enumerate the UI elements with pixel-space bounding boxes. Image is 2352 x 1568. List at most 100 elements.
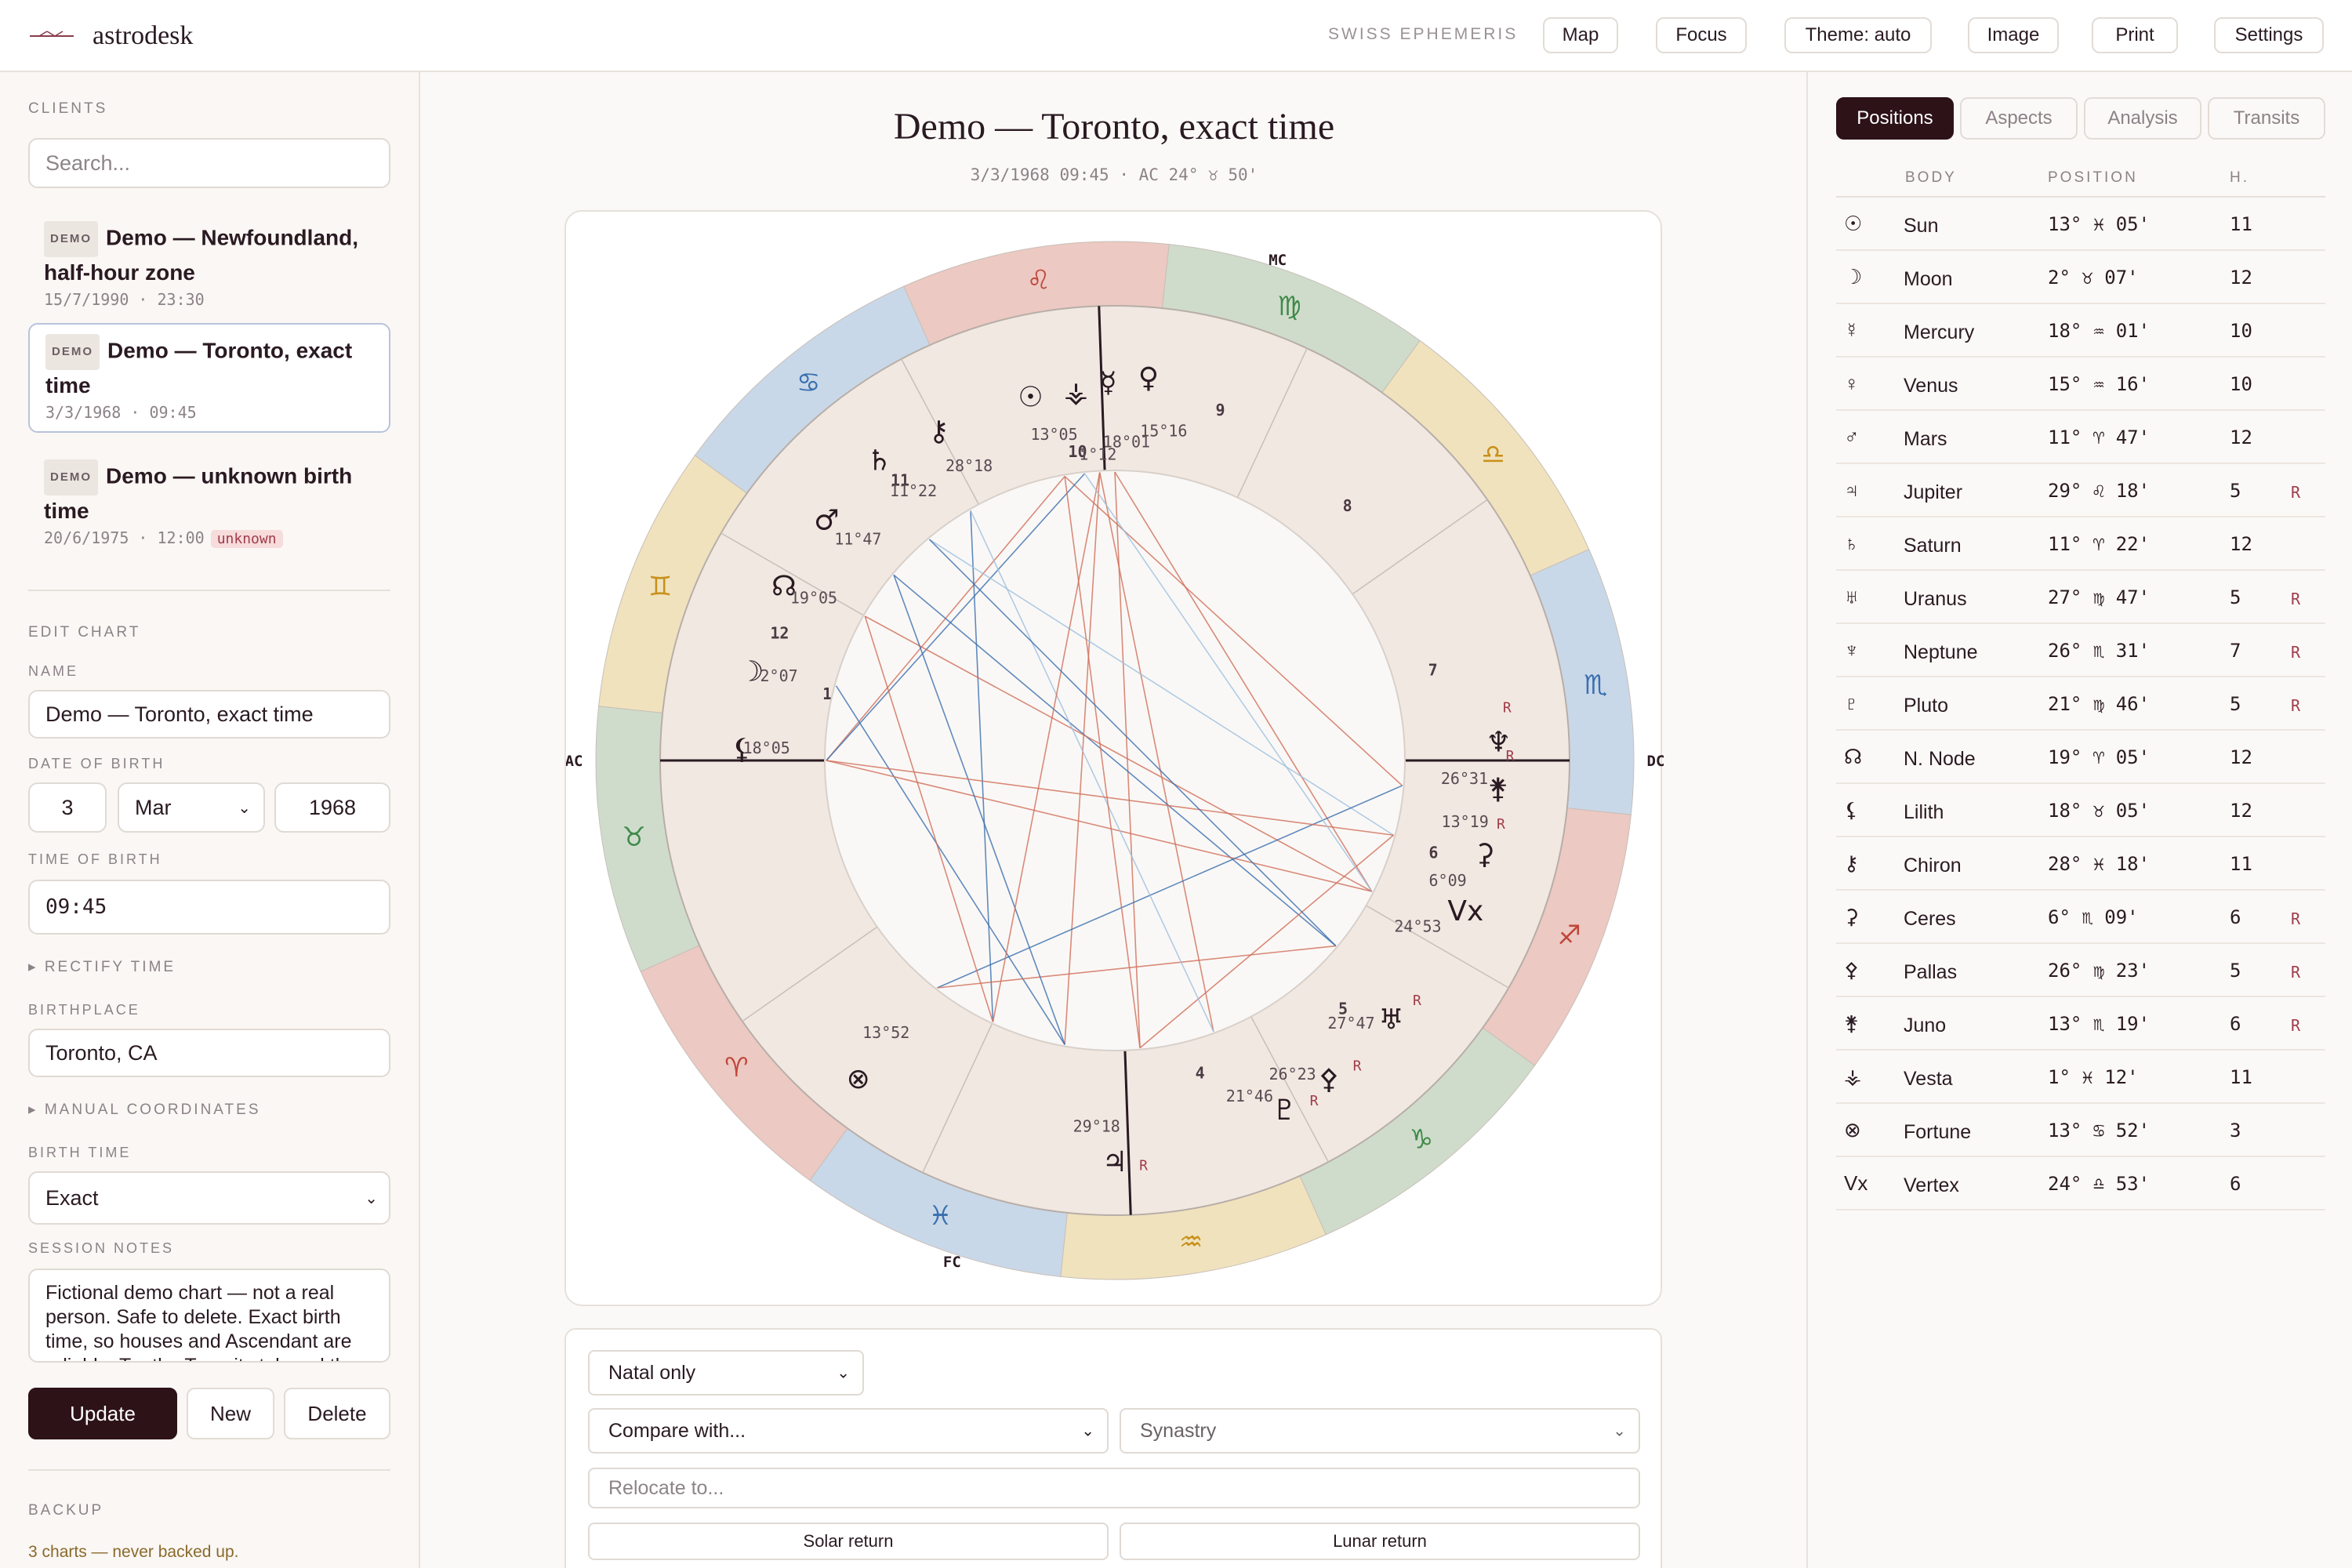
rectify-toggle[interactable]: ▸ RECTIFY TIME [28, 958, 176, 976]
print-button[interactable]: Print [2092, 17, 2178, 53]
client-item-selected[interactable]: DEMO Demo — Toronto, exact time 3/3/1968 … [28, 323, 390, 433]
table-row[interactable]: ⚵ Juno 13° ♏ 19' 6 R [1836, 997, 2325, 1051]
retrograde-marker: R [2291, 909, 2301, 928]
planet-degree: 19°05 [790, 588, 837, 607]
tab-aspects[interactable]: Aspects [1960, 97, 2078, 140]
body-glyph-icon: ⚵ [1844, 1011, 1860, 1035]
update-button[interactable]: Update [28, 1388, 177, 1439]
position-value: 26° ♍ 23' [2048, 960, 2151, 982]
delete-button[interactable]: Delete [284, 1388, 390, 1439]
mode-select[interactable]: Natal only ⌄ [588, 1350, 864, 1396]
body-glyph-icon: ☊ [1844, 745, 1863, 768]
table-row[interactable]: ♇ Pluto 21° ♍ 46' 5 R [1836, 677, 2325, 731]
time-input[interactable]: 09:45 [28, 880, 390, 935]
planet-glyph-icon: ♇ [1272, 1094, 1297, 1127]
table-row[interactable]: ☉ Sun 13° ♓ 05' 11 [1836, 198, 2325, 251]
planet-degree: 18°05 [743, 739, 790, 757]
backup-status: 3 charts — never backed up. [28, 1543, 239, 1561]
chevron-down-icon: ⌄ [1613, 1422, 1626, 1440]
table-row[interactable]: ♆ Neptune 26° ♏ 31' 7 R [1836, 624, 2325, 677]
body-glyph-icon: ♂ [1844, 425, 1860, 448]
retrograde-marker: R [2291, 643, 2301, 662]
body-glyph-icon: ♄ [1844, 532, 1860, 555]
month-select[interactable]: Mar ⌄ [118, 782, 265, 833]
table-row[interactable]: Vx Vertex 24° ♎ 53' 6 [1836, 1157, 2325, 1210]
table-row[interactable]: ☽ Moon 2° ♉ 07' 12 [1836, 251, 2325, 304]
search-input[interactable]: Search... [28, 138, 390, 188]
relocate-input[interactable]: Relocate to... [588, 1468, 1640, 1508]
angle-label: AC [566, 753, 583, 770]
lunar-return-button[interactable]: Lunar return [1120, 1523, 1640, 1560]
notes-textarea[interactable]: Fictional demo chart — not a real person… [28, 1269, 390, 1363]
solar-return-button[interactable]: Solar return [588, 1523, 1109, 1560]
planet-glyph-icon: ☿ [1099, 367, 1116, 399]
manual-coordinates-toggle[interactable]: ▸ MANUAL COORDINATES [28, 1101, 261, 1119]
house-value: 12 [2230, 800, 2252, 822]
theme-button[interactable]: Theme: auto [1784, 17, 1932, 53]
birthplace-input[interactable]: Toronto, CA [28, 1029, 390, 1077]
body-glyph-icon: Vx [1844, 1171, 1868, 1195]
image-button[interactable]: Image [1968, 17, 2059, 53]
settings-button[interactable]: Settings [2214, 17, 2324, 53]
table-row[interactable]: ⚴ Pallas 26° ♍ 23' 5 R [1836, 944, 2325, 997]
notes-label: SESSION NOTES [28, 1240, 175, 1256]
birth-time-select[interactable]: Exact ⌄ [28, 1171, 390, 1225]
planet-degree: 11°22 [890, 481, 937, 500]
compare-select[interactable]: Compare with... ⌄ [588, 1408, 1109, 1454]
name-label: NAME [28, 663, 79, 679]
table-row[interactable]: ♄ Saturn 11° ♈ 22' 12 [1836, 517, 2325, 571]
planet-degree: 13°19 [1442, 812, 1489, 831]
body-name: Neptune [1904, 641, 1978, 663]
demo-badge: DEMO [44, 459, 98, 495]
table-row[interactable]: ⚳ Ceres 6° ♏ 09' 6 R [1836, 891, 2325, 944]
col-house: H. [2230, 169, 2249, 186]
zodiac-sign-icon: ♊ [648, 571, 672, 602]
focus-button[interactable]: Focus [1656, 17, 1747, 53]
mode-value: Natal only [608, 1361, 696, 1384]
tob-label: TIME OF BIRTH [28, 851, 162, 867]
chart-wheel[interactable]: ♉♊♋♌♍♎♏♐♑♒♓♈123456789101112ACDCMCFC☉13°0… [565, 212, 1664, 1308]
table-row[interactable]: ⊗ Fortune 13° ♋ 52' 3 [1836, 1104, 2325, 1157]
year-input[interactable]: 1968 [274, 782, 390, 833]
body-glyph-icon: ♇ [1844, 691, 1860, 715]
app-logo[interactable]: astrodesk [28, 17, 193, 55]
table-row[interactable]: ⚸ Lilith 18° ♉ 05' 12 [1836, 784, 2325, 837]
retrograde-marker: R [1506, 748, 1515, 764]
client-item[interactable]: DEMO Demo — unknown birth time 20/6/1975 … [28, 450, 390, 557]
house-value: 5 [2230, 693, 2241, 715]
table-row[interactable]: ♃ Jupiter 29° ♌ 18' 5 R [1836, 464, 2325, 517]
name-input[interactable]: Demo — Toronto, exact time [28, 690, 390, 739]
client-date: 20/6/1975 · 12:00 [44, 528, 205, 547]
planet-degree: 21°46 [1226, 1087, 1273, 1105]
new-button[interactable]: New [187, 1388, 274, 1439]
table-row[interactable]: ☿ Mercury 18° ♒ 01' 10 [1836, 304, 2325, 358]
table-row[interactable]: ♀ Venus 15° ♒ 16' 10 [1836, 358, 2325, 411]
planet-degree: 13°52 [862, 1023, 909, 1042]
table-row[interactable]: ☊ N. Node 19° ♈ 05' 12 [1836, 731, 2325, 784]
tab-positions[interactable]: Positions [1836, 97, 1954, 140]
table-row[interactable]: ♅ Uranus 27° ♍ 47' 5 R [1836, 571, 2325, 624]
body-glyph-icon: ☿ [1844, 318, 1860, 342]
house-number: 4 [1196, 1064, 1205, 1083]
planet-glyph-icon: ♃ [1102, 1146, 1127, 1178]
planet-glyph-icon: ⚶ [1064, 377, 1088, 409]
planet-glyph-icon: ⚷ [928, 416, 949, 448]
body-name: Fortune [1904, 1121, 1972, 1143]
day-input[interactable]: 3 [28, 782, 107, 833]
zodiac-sign-icon: ♒ [1179, 1226, 1203, 1258]
synastry-select[interactable]: Synastry ⌄ [1120, 1408, 1640, 1454]
tab-transits[interactable]: Transits [2208, 97, 2325, 140]
body-name: Venus [1904, 375, 1958, 397]
zodiac-sign-icon: ♈ [724, 1052, 748, 1083]
client-item[interactable]: DEMO Demo — Newfoundland, half-hour zone … [28, 212, 390, 318]
tab-analysis[interactable]: Analysis [2084, 97, 2201, 140]
table-row[interactable]: ⚷ Chiron 28° ♓ 18' 11 [1836, 837, 2325, 891]
body-name: Chiron [1904, 855, 1962, 877]
table-row[interactable]: ⚶ Vesta 1° ♓ 12' 11 [1836, 1051, 2325, 1104]
body-name: Lilith [1904, 801, 1944, 823]
planet-degree: 26°23 [1269, 1065, 1316, 1083]
position-value: 21° ♍ 46' [2048, 693, 2151, 715]
table-row[interactable]: ♂ Mars 11° ♈ 47' 12 [1836, 411, 2325, 464]
zodiac-sign-icon: ♎ [1481, 439, 1504, 470]
map-button[interactable]: Map [1543, 17, 1618, 53]
